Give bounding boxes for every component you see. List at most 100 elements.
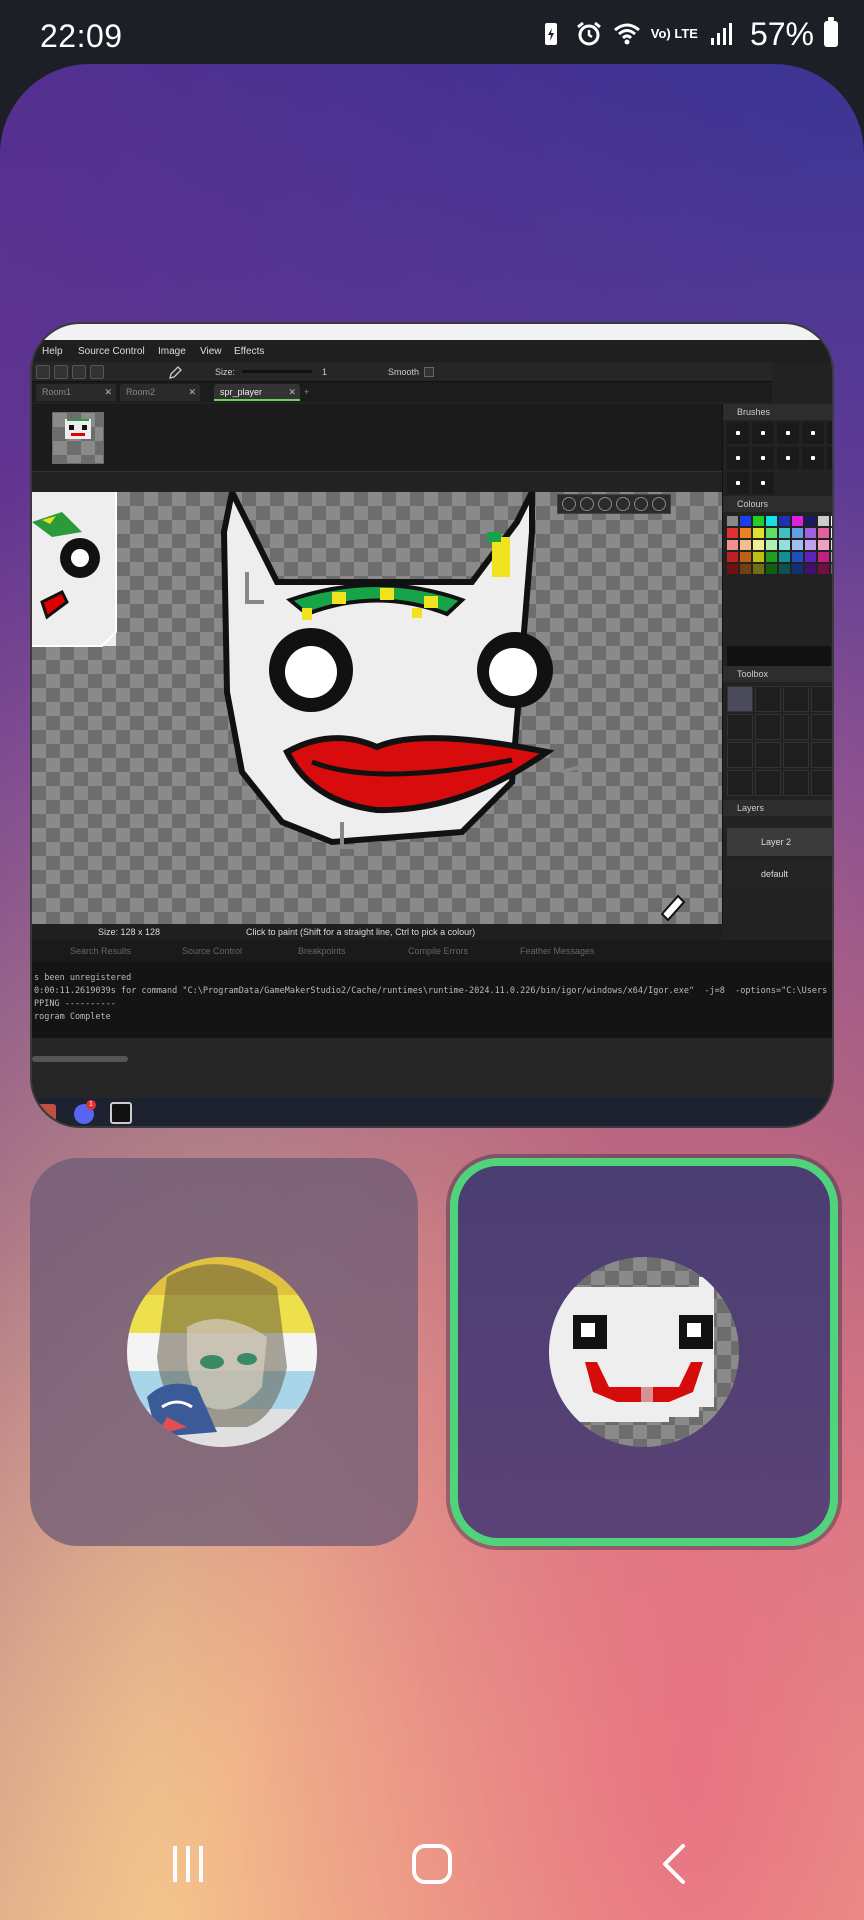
menu-item-source-control[interactable]: Source Control (78, 346, 145, 357)
background-icon[interactable] (652, 497, 666, 511)
pencil-tool-icon[interactable] (727, 686, 753, 712)
horizontal-scrollbar[interactable] (32, 1056, 128, 1062)
wand-tool-icon[interactable] (811, 714, 832, 740)
gamemaker-icon[interactable] (110, 1102, 132, 1124)
menu-bar: Help Source Control Image View Effects (32, 340, 832, 362)
brush-option[interactable] (802, 422, 824, 444)
tab-room1[interactable]: Room1 ✕ (36, 384, 116, 401)
zoom-in-icon[interactable] (598, 497, 612, 511)
layer-row[interactable]: default (727, 860, 832, 888)
tab-breakpoints[interactable]: Breakpoints (298, 946, 346, 956)
pencil-icon[interactable] (168, 366, 182, 380)
fullscreen-icon[interactable] (634, 497, 648, 511)
tab-source-control[interactable]: Source Control (182, 946, 242, 956)
eraser-tool-icon[interactable] (755, 686, 781, 712)
zoom-in-icon[interactable] (54, 365, 68, 379)
tab-search-results[interactable]: Search Results (70, 946, 131, 956)
close-icon[interactable]: ✕ (188, 387, 196, 398)
brushes-header: Brushes (723, 404, 832, 420)
select-tool-icon[interactable] (783, 714, 809, 740)
paint-bucket-icon[interactable] (783, 742, 809, 768)
brush-option[interactable] (802, 447, 824, 469)
brush-option[interactable] (727, 447, 749, 469)
brush-option[interactable] (827, 422, 832, 444)
menu-item-help[interactable]: Help (42, 346, 63, 357)
menu-item-effects[interactable]: Effects (234, 346, 264, 357)
anime-avatar-icon (127, 1257, 317, 1447)
tool-grid (727, 686, 832, 796)
status-bar: 22:09 Vo) LTE 57% (0, 0, 864, 64)
output-line: PPING ---------- (34, 999, 116, 1009)
menu-item-image[interactable]: Image (158, 346, 186, 357)
recents-button[interactable] (160, 1838, 216, 1890)
notification-badge: 1 (86, 1100, 96, 1110)
replace-tool-icon[interactable] (811, 686, 832, 712)
brush-option[interactable] (752, 447, 774, 469)
wifi-icon (613, 23, 640, 45)
zoom-out-icon[interactable] (580, 497, 594, 511)
pixel-clown-avatar-icon (549, 1257, 739, 1447)
status-time: 22:09 (40, 18, 123, 54)
brush-grid (727, 422, 832, 494)
flip-horizontal-icon[interactable] (783, 770, 809, 796)
home-icon (412, 1844, 452, 1884)
recents-icon (173, 1846, 203, 1882)
window-top-bar (32, 324, 832, 340)
picker-tool-icon[interactable] (727, 742, 753, 768)
app-window-preview[interactable]: Help Source Control Image View Effects S… (30, 322, 834, 1128)
brush-option[interactable] (752, 472, 774, 494)
close-icon[interactable]: ✕ (104, 387, 112, 398)
canvas-view-tools (557, 494, 671, 514)
volte-indicator: Vo) LTE (650, 26, 698, 41)
grid-icon[interactable] (562, 497, 576, 511)
canvas-status-line: Size: 128 x 128 Click to paint (Shift fo… (32, 924, 722, 940)
editor-toolbar: Size: 1 Smooth (32, 362, 772, 382)
flip-vertical-icon[interactable] (755, 770, 781, 796)
zoom-fit-icon[interactable] (90, 365, 104, 379)
zoom-out-icon[interactable] (36, 365, 50, 379)
text-tool-icon[interactable] (755, 742, 781, 768)
zoom-reset-icon[interactable] (72, 365, 86, 379)
smooth-checkbox[interactable] (424, 367, 434, 377)
output-console: s been unregistered 0:00:11.2619039s for … (32, 962, 832, 1038)
sprite-canvas[interactable] (32, 482, 722, 924)
fill-tool-icon[interactable] (783, 686, 809, 712)
profile-tile-2-selected[interactable] (450, 1158, 838, 1546)
brush-option[interactable] (827, 447, 832, 469)
tab-spr-player[interactable]: spr_player ✕ (214, 384, 300, 401)
home-button[interactable] (404, 1838, 460, 1890)
editor-side-panel: Brushes Colours Toolbox Layers Layer 2 d… (722, 404, 832, 924)
tab-feather-messages[interactable]: Feather Messages (520, 946, 595, 956)
brush-option[interactable] (777, 447, 799, 469)
ellipse-tool-icon[interactable] (755, 714, 781, 740)
os-taskbar: 1 (32, 1098, 832, 1126)
magic-wand-icon[interactable] (811, 742, 832, 768)
brush-option[interactable] (727, 422, 749, 444)
rotate-icon[interactable] (727, 770, 753, 796)
colour-palette[interactable] (727, 516, 832, 574)
frame-thumbnail[interactable] (52, 412, 104, 464)
toolbox-header: Toolbox (723, 666, 832, 682)
brush-option[interactable] (777, 422, 799, 444)
close-icon[interactable]: ✕ (288, 387, 296, 398)
line-tool-icon[interactable] (727, 714, 753, 740)
layer-row[interactable]: Layer 2 (727, 828, 832, 856)
brush-size-slider[interactable] (242, 370, 312, 373)
move-icon[interactable] (811, 770, 832, 796)
back-button[interactable] (646, 1838, 702, 1890)
brush-option[interactable] (727, 472, 749, 494)
colours-header: Colours (723, 496, 832, 512)
tab-room2[interactable]: Room2 ✕ (120, 384, 200, 401)
clown-sprite-drawing (32, 482, 686, 922)
canvas-size-text: Size: 128 x 128 (98, 927, 161, 937)
add-tab-icon[interactable]: + (304, 387, 309, 397)
profile-tile-1[interactable] (30, 1158, 418, 1546)
menu-item-view[interactable]: View (200, 346, 222, 357)
brush-option[interactable] (752, 422, 774, 444)
battery-saver-icon (544, 23, 557, 45)
tab-compile-errors[interactable]: Compile Errors (408, 946, 468, 956)
alarm-icon (576, 21, 601, 46)
zoom-reset-icon[interactable] (616, 497, 630, 511)
output-line: s been unregistered (34, 973, 132, 983)
app-icon[interactable] (38, 1104, 56, 1124)
